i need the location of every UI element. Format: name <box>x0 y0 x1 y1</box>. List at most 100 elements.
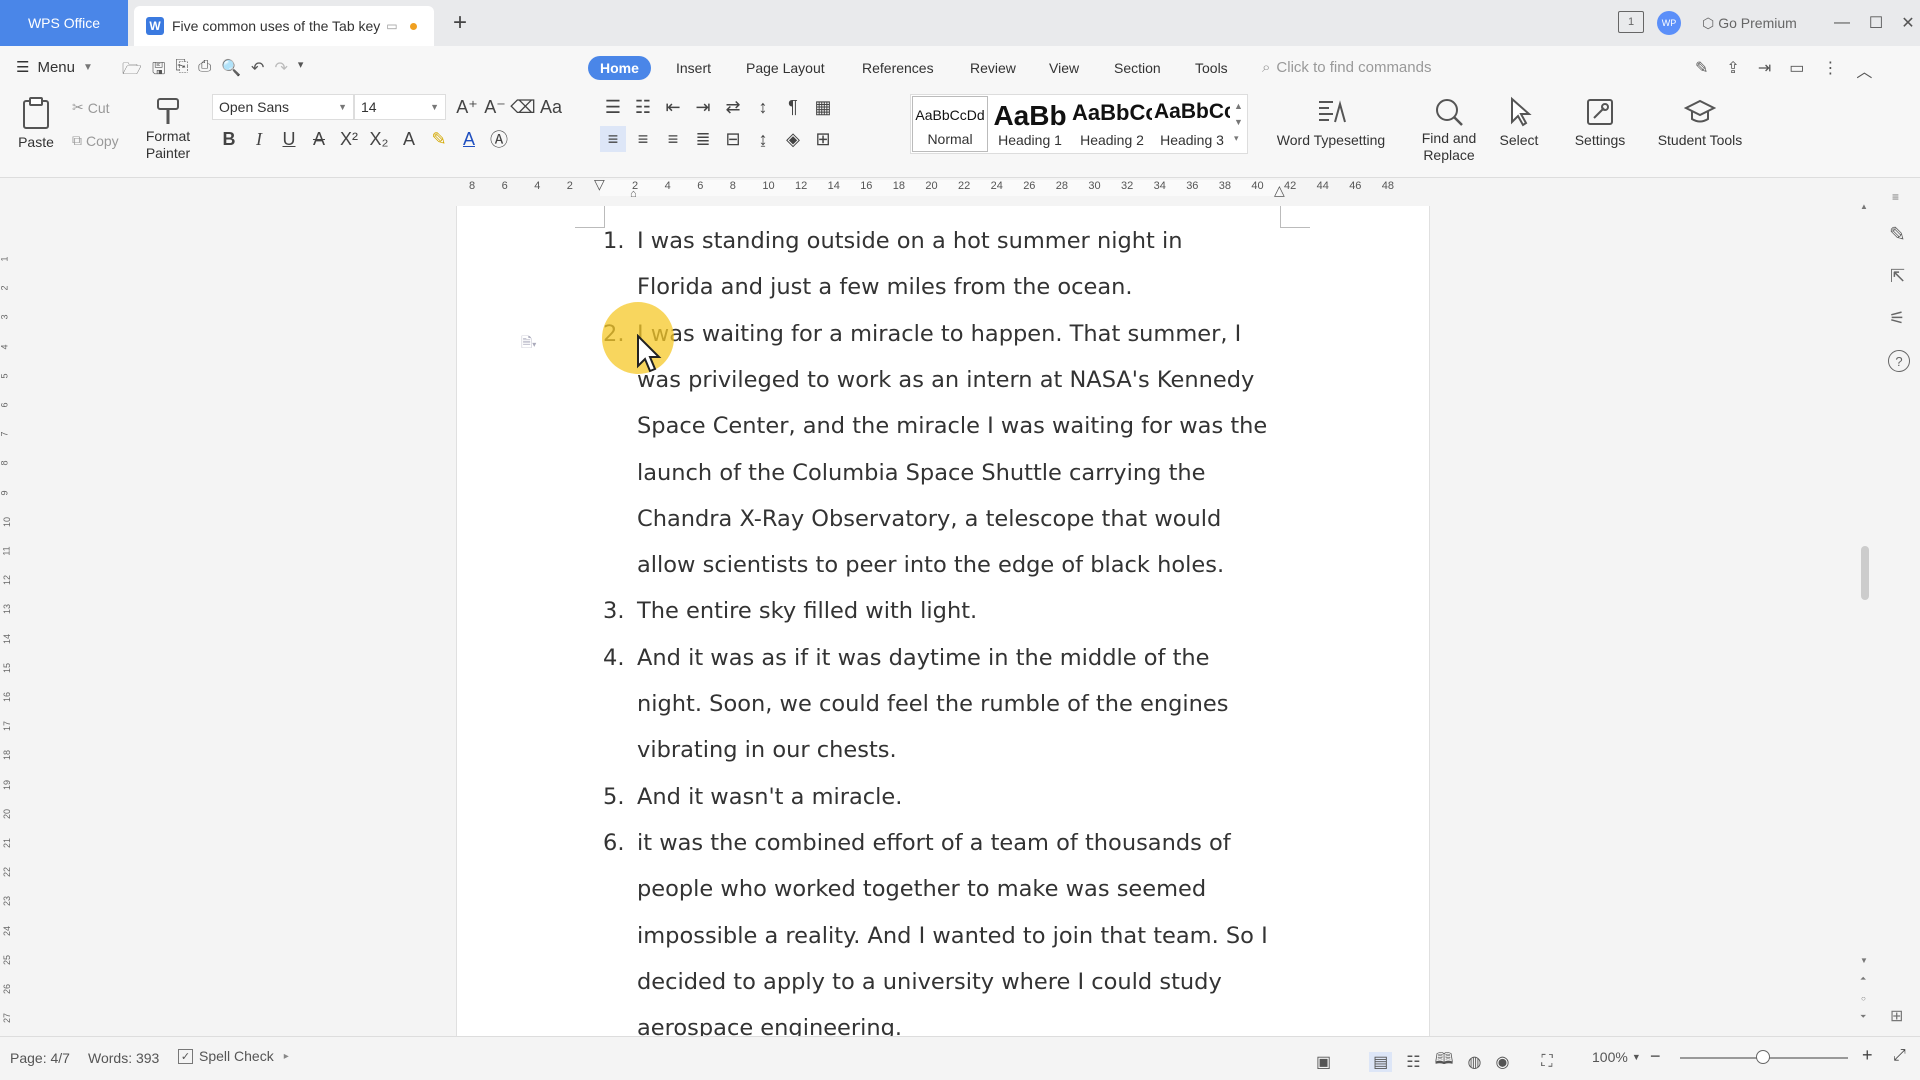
style-heading-2[interactable]: AaBbCc Heading 2 <box>1072 96 1152 152</box>
line-spacing-icon[interactable]: ↨ <box>750 126 776 152</box>
spell-check-button[interactable]: ✓ Spell Check ▸ <box>178 1048 289 1064</box>
scrollbar-thumb[interactable] <box>1861 546 1869 600</box>
paragraph-options-icon[interactable]: 🗎▾ <box>521 332 536 356</box>
increase-font-icon[interactable]: A⁺ <box>454 94 480 120</box>
align-left-icon[interactable]: ≡ <box>600 126 626 152</box>
show-marks-icon[interactable]: ¶ <box>780 94 806 120</box>
copy-button[interactable]: ⧉ Copy <box>72 132 119 149</box>
page-view-icon[interactable]: ▤ <box>1369 1051 1393 1072</box>
command-search[interactable]: ⌕ Click to find commands <box>1262 59 1431 76</box>
find-replace-button[interactable]: Find and Replace <box>1414 96 1484 164</box>
strikethrough-icon[interactable]: A <box>306 126 332 152</box>
customize-icon[interactable]: ▾ <box>298 58 304 85</box>
share-icon[interactable]: ⇪ <box>1726 58 1739 82</box>
reading-view-icon[interactable]: 🕮 <box>1435 1048 1454 1075</box>
shading-icon[interactable]: ◈ <box>780 126 806 152</box>
vertical-scrollbar[interactable]: ▲ ▼ ⏶ ○ ⏷ <box>1856 178 1874 1036</box>
save-icon[interactable]: 🖫 <box>152 58 166 85</box>
apps-grid-icon[interactable]: ⊞ <box>1890 1006 1903 1026</box>
font-name-select[interactable]: Open Sans ▼ <box>212 94 354 120</box>
vertical-ruler[interactable] <box>0 206 16 1036</box>
maximize-button[interactable]: ☐ <box>1862 10 1890 36</box>
tab-page-layout[interactable]: Page Layout <box>734 56 837 80</box>
clear-format-icon[interactable]: ⌫ <box>510 94 536 120</box>
edit-pen-icon[interactable]: ✎ <box>1889 222 1906 247</box>
format-painter-button[interactable]: Format Painter <box>140 96 196 162</box>
select-button[interactable]: Select <box>1490 96 1548 149</box>
tab-tools[interactable]: Tools <box>1183 56 1240 80</box>
eye-protection-icon[interactable]: ◉ <box>1495 1052 1509 1072</box>
tab-section[interactable]: Section <box>1102 56 1173 80</box>
prev-page-icon[interactable]: ⏶ <box>1860 974 1866 984</box>
numbered-list-icon[interactable]: ☷ <box>630 94 656 120</box>
zoom-level[interactable]: 100% ▼ <box>1592 1049 1641 1065</box>
tab-insert[interactable]: Insert <box>664 56 723 80</box>
zoom-slider-thumb[interactable] <box>1756 1050 1770 1064</box>
document-tab[interactable]: W Five common uses of the Tab key ▭ <box>134 6 434 46</box>
word-typesetting-button[interactable]: Word Typesetting <box>1268 96 1394 149</box>
go-premium-button[interactable]: ⬡ Go Premium <box>1702 12 1797 34</box>
adjust-sliders-icon[interactable]: ⚟ <box>1889 308 1905 329</box>
borders-icon[interactable]: ⊞ <box>810 126 836 152</box>
align-right-icon[interactable]: ≡ <box>660 126 686 152</box>
italic-icon[interactable]: I <box>246 126 272 152</box>
font-color-icon[interactable]: A <box>456 126 482 152</box>
settings-button[interactable]: Settings <box>1566 96 1634 149</box>
align-center-icon[interactable]: ≡ <box>630 126 656 152</box>
style-normal[interactable]: AaBbCcDd Normal <box>912 96 988 152</box>
student-tools-button[interactable]: Student Tools <box>1652 96 1748 149</box>
bold-icon[interactable]: B <box>216 126 242 152</box>
justify-icon[interactable]: ≣ <box>690 126 716 152</box>
underline-icon[interactable]: U <box>276 126 302 152</box>
minimize-button[interactable]: — <box>1828 10 1856 36</box>
text-direction-icon[interactable]: ⇄ <box>720 94 746 120</box>
help-icon[interactable]: ? <box>1888 350 1910 372</box>
collapse-ribbon-icon[interactable]: ︿ <box>1856 58 1872 82</box>
print-icon[interactable]: ⎙ <box>198 58 211 85</box>
decrease-indent-icon[interactable]: ⇤ <box>660 94 686 120</box>
zoom-in-button[interactable]: + <box>1862 1045 1873 1066</box>
style-heading-1[interactable]: AaBb Heading 1 <box>990 96 1070 152</box>
export-icon[interactable]: ⎘ <box>175 58 188 85</box>
styles-scroll[interactable]: ▲ ▼ ▾ <box>1234 98 1243 146</box>
highlight-icon[interactable]: ✎ <box>426 126 452 152</box>
fullscreen-icon[interactable]: ⤢ <box>1893 1047 1906 1065</box>
character-border-icon[interactable]: Ⓐ <box>486 126 512 152</box>
redo-icon[interactable]: ↷ <box>274 58 287 85</box>
avatar[interactable]: WP <box>1657 11 1681 35</box>
distribute-icon[interactable]: ⊟ <box>720 126 746 152</box>
decrease-font-icon[interactable]: A⁻ <box>482 94 508 120</box>
tab-references[interactable]: References <box>850 56 946 80</box>
more-icon[interactable]: ⋮ <box>1822 58 1838 82</box>
style-heading-3[interactable]: AaBbCc Heading 3 <box>1152 96 1232 152</box>
collaborate-icon[interactable]: ✎ <box>1695 58 1708 82</box>
paste-button[interactable]: Paste <box>12 96 60 151</box>
superscript-icon[interactable]: X² <box>336 126 362 152</box>
pane-toggle-icon[interactable]: ≡ <box>1892 190 1899 204</box>
tab-view[interactable]: View <box>1037 56 1091 80</box>
scroll-up-arrow[interactable]: ▲ <box>1860 202 1868 211</box>
undo-icon[interactable]: ↶ <box>251 58 264 85</box>
bullet-list-icon[interactable]: ☰ <box>600 94 626 120</box>
tab-home[interactable]: Home <box>588 56 651 80</box>
table-icon[interactable]: ▦ <box>810 94 836 120</box>
increase-indent-icon[interactable]: ⇥ <box>690 94 716 120</box>
open-icon[interactable]: 🗁 <box>122 58 142 85</box>
word-count[interactable]: Words: 393 <box>88 1050 159 1066</box>
select-pointer-icon[interactable]: ⇱ <box>1890 266 1905 287</box>
sort-icon[interactable]: ↕ <box>750 94 776 120</box>
export-pdf-icon[interactable]: ⇥ <box>1758 58 1771 82</box>
menu-button[interactable]: ☰ Menu ▼ <box>16 58 93 77</box>
web-view-icon[interactable]: ◍ <box>1467 1052 1481 1072</box>
layout-icon[interactable]: 1 <box>1618 11 1644 33</box>
outline-view-icon[interactable]: ☷ <box>1406 1052 1420 1072</box>
focus-mode-icon[interactable]: ▣ <box>1316 1052 1331 1072</box>
print-preview-icon[interactable]: 🔍 <box>221 58 241 85</box>
select-browse-icon[interactable]: ○ <box>1861 994 1866 1003</box>
font-size-select[interactable]: 14 ▼ <box>354 94 446 120</box>
wps-office-button[interactable]: WPS Office <box>0 0 128 46</box>
tab-review[interactable]: Review <box>958 56 1028 80</box>
new-tab-button[interactable]: + <box>448 11 472 36</box>
fit-page-icon[interactable]: ⛶ <box>1541 1053 1552 1071</box>
close-button[interactable]: ✕ <box>1894 10 1920 36</box>
